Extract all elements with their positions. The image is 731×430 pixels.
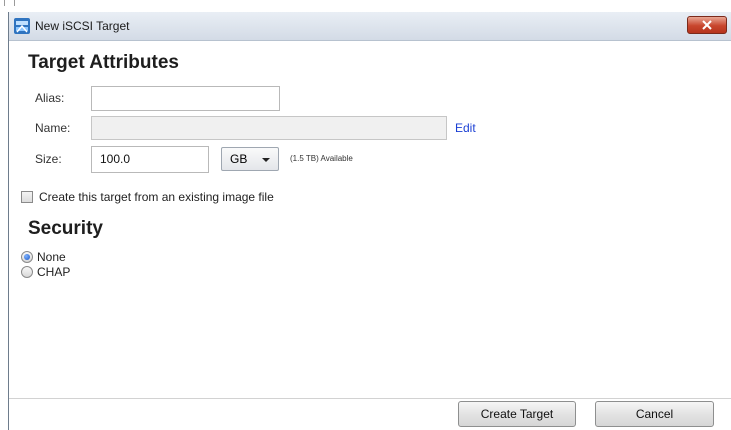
from-image-checkbox-label[interactable]: Create this target from an existing imag… <box>39 190 274 204</box>
size-unit-value: GB <box>230 152 248 166</box>
size-label: Size: <box>35 152 62 166</box>
strip-tick <box>14 0 15 6</box>
edit-link[interactable]: Edit <box>455 121 476 135</box>
alias-label: Alias: <box>35 91 65 105</box>
new-iscsi-target-dialog: New iSCSI Target Target Attributes Alias… <box>8 12 731 430</box>
close-icon <box>702 20 712 30</box>
security-chap-radio[interactable] <box>21 266 33 278</box>
security-heading: Security <box>28 218 103 239</box>
chevron-down-icon <box>262 158 270 162</box>
iscsi-app-icon <box>14 18 30 34</box>
window-title: New iSCSI Target <box>35 19 130 33</box>
name-label: Name: <box>35 121 71 135</box>
available-space-text: (1.5 TB) Available <box>290 154 353 163</box>
title-bar[interactable]: New iSCSI Target <box>9 12 731 41</box>
strip-tick <box>4 0 5 6</box>
background-window-strip <box>0 0 731 12</box>
name-input[interactable] <box>91 116 447 140</box>
size-unit-dropdown[interactable]: GB <box>221 147 279 171</box>
security-none-radio[interactable] <box>21 251 33 263</box>
alias-input[interactable] <box>91 86 280 111</box>
close-button[interactable] <box>687 16 727 34</box>
footer-divider <box>9 398 731 399</box>
create-target-button[interactable]: Create Target <box>458 401 576 427</box>
cancel-button[interactable]: Cancel <box>595 401 714 427</box>
security-chap-label[interactable]: CHAP <box>37 265 70 279</box>
from-image-checkbox[interactable] <box>21 191 33 203</box>
security-none-label[interactable]: None <box>37 250 66 264</box>
size-input[interactable]: 100.0 <box>91 146 209 173</box>
target-attributes-heading: Target Attributes <box>28 52 179 73</box>
